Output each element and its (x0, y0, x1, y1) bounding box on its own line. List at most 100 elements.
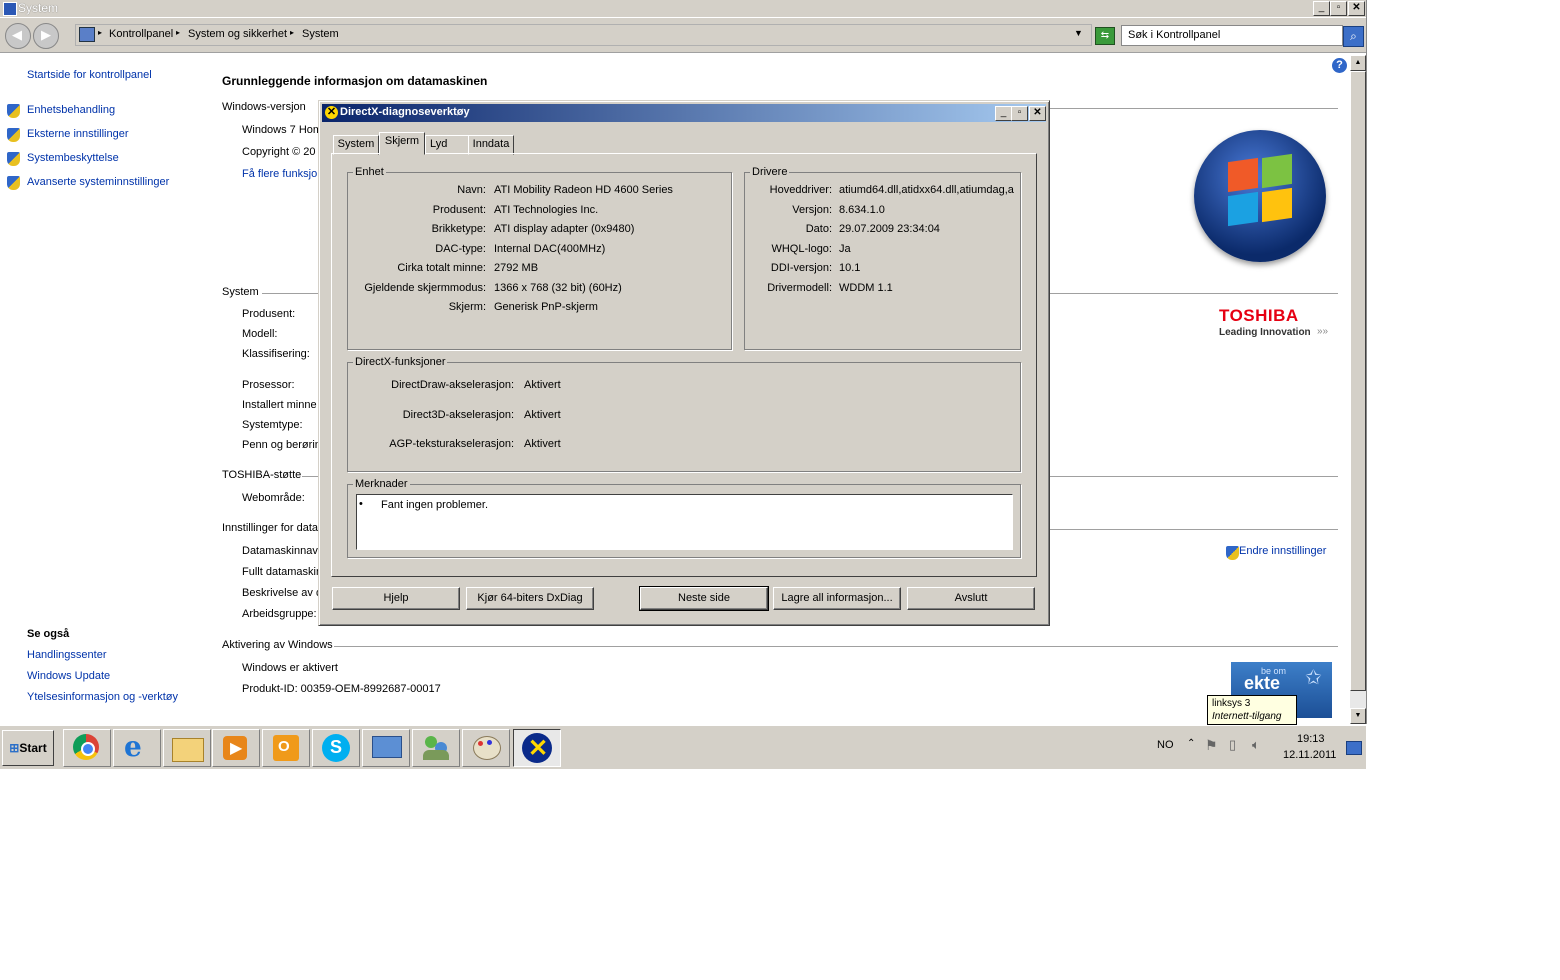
paint-icon[interactable] (462, 729, 510, 767)
outlook-icon[interactable]: O (262, 729, 310, 767)
notes-textbox[interactable]: • Fant ingen problemer. (356, 494, 1013, 550)
volume-icon[interactable]: 🔈︎ (1252, 737, 1260, 753)
section-computer-settings: Innstillinger for data (222, 522, 318, 534)
dialog-minimize-button[interactable]: _ (995, 106, 1012, 121)
nav-handlingssenter[interactable]: Handlingssenter (27, 649, 107, 661)
clock-date[interactable]: 12.11.2011 (1283, 749, 1336, 761)
language-indicator[interactable]: NO (1157, 739, 1174, 751)
more-features-link[interactable]: Få flere funksjo (242, 168, 317, 180)
start-button[interactable]: ⊞Start (2, 730, 54, 766)
breadcrumb-separator-icon[interactable]: ▸ (290, 28, 294, 37)
next-page-button[interactable]: Neste side (639, 586, 769, 611)
tab-skjerm[interactable]: Skjerm (379, 132, 425, 155)
device-group (347, 172, 732, 350)
system-label-model: Modell: (242, 328, 278, 340)
close-button[interactable]: ✕ (1348, 1, 1365, 16)
change-settings-link[interactable]: Endre innstillinger (1239, 545, 1326, 557)
dialog-title-bar[interactable]: ✕ DirectX-diagnoseverktøy _ ▫ ✕ (322, 104, 1046, 122)
dialog-close-button[interactable]: ✕ (1029, 106, 1046, 121)
nav-control-panel-home[interactable]: Startside for kontrollpanel (27, 69, 152, 81)
nav-avanserte-systeminnstillinger[interactable]: Avanserte systeminnstillinger (27, 176, 169, 188)
scroll-thumb[interactable] (1350, 71, 1366, 691)
tooltip-network-status: Internett-tilgang (1212, 711, 1282, 722)
directx-icon: ✕ (325, 106, 338, 119)
star-icon: ✩ (1305, 667, 1322, 689)
maximize-button[interactable]: ▫ (1330, 1, 1347, 16)
genuine-big-text: ekte (1244, 673, 1281, 693)
flag-green (1262, 153, 1292, 189)
copyright-text: Copyright © 20 (242, 146, 316, 158)
network-tooltip: linksys 3 Internett-tilgang (1207, 695, 1297, 725)
device-value-total-memory: 2792 MB (494, 262, 539, 274)
back-button[interactable]: ◀ (5, 23, 31, 49)
settings-label-workgroup: Arbeidsgruppe: (242, 608, 317, 620)
scroll-up-button[interactable]: ▲ (1350, 55, 1366, 71)
directx-diag-taskbar-icon[interactable]: ✕ (513, 729, 561, 767)
tab-system[interactable]: System (333, 135, 379, 155)
chevron-down-icon[interactable]: ▸ (98, 28, 102, 37)
breadcrumb-kontrollpanel[interactable]: Kontrollpanel (109, 28, 173, 40)
section-toshiba-support: TOSHIBA-støtte (222, 469, 302, 481)
device-value-display-mode: 1366 x 768 (32 bit) (60Hz) (494, 282, 622, 294)
tab-lyd[interactable]: Lyd (425, 135, 469, 155)
toshiba-slogan: Leading Innovation (1219, 327, 1311, 338)
dialog-maximize-button[interactable]: ▫ (1011, 106, 1028, 121)
search-placeholder: Søk i Kontrollpanel (1128, 29, 1221, 41)
feature-value-directdraw: Aktivert (524, 379, 561, 391)
nav-systembeskyttelse[interactable]: Systembeskyttelse (27, 152, 119, 164)
section-divider (262, 293, 318, 294)
power-icon[interactable]: ▯ (1229, 737, 1236, 753)
title-bar[interactable]: System _ ▫ ✕ (0, 0, 1366, 17)
section-divider (1048, 476, 1338, 477)
run-64bit-dxdiag-button[interactable]: Kjør 64-biters DxDiag (466, 587, 594, 610)
minimize-button[interactable]: _ (1313, 1, 1330, 16)
driver-value-version: 8.634.1.0 (839, 204, 885, 216)
clock-time[interactable]: 19:13 (1297, 733, 1325, 745)
windows-logo-icon (1194, 130, 1326, 262)
nav-enhetsbehandling[interactable]: Enhetsbehandling (27, 104, 115, 116)
tab-inndata[interactable]: Inndata (468, 135, 514, 155)
file-explorer-icon[interactable] (163, 729, 211, 767)
system-label-pen-touch: Penn og berørin (242, 439, 321, 451)
address-bar[interactable]: ▸ Kontrollpanel ▸ System og sikkerhet ▸ … (75, 24, 1092, 46)
help-button[interactable]: Hjelp (332, 587, 460, 610)
device-label-chip-type: Brikketype: (431, 223, 486, 235)
driver-label-ddi: DDI-versjon: (770, 262, 832, 274)
search-icon[interactable]: ⌕ (1343, 26, 1364, 47)
show-desktop-button[interactable] (1346, 741, 1362, 755)
nav-eksterne-innstillinger[interactable]: Eksterne innstillinger (27, 128, 129, 140)
media-player-icon[interactable]: ▶ (212, 729, 260, 767)
search-input[interactable]: Søk i Kontrollpanel (1121, 25, 1343, 46)
refresh-button[interactable]: ⇆ (1095, 27, 1115, 45)
notes-group-title: Merknader (353, 478, 410, 490)
breadcrumb-system-og-sikkerhet[interactable]: System og sikkerhet (188, 28, 287, 40)
nav-ytelsesinformasjon[interactable]: Ytelsesinformasjon og -verktøy (27, 691, 178, 703)
exit-button[interactable]: Avslutt (907, 587, 1035, 610)
skype-icon[interactable]: S (312, 729, 360, 767)
nav-windows-update[interactable]: Windows Update (27, 670, 110, 682)
forward-button[interactable]: ▶ (33, 23, 59, 49)
chrome-icon[interactable] (63, 729, 111, 767)
device-label-manufacturer: Produsent: (432, 204, 486, 216)
system-label-manufacturer: Produsent: (242, 308, 296, 320)
device-label-monitor: Skjerm: (448, 301, 486, 313)
internet-explorer-icon[interactable]: e (113, 729, 161, 767)
help-icon[interactable]: ? (1332, 58, 1347, 73)
taskbar: ⊞Start e ▶ O S ✕ NO ⌃ ⚑ ▯ 🔈︎ 19:13 12.11… (0, 725, 1366, 769)
vertical-scrollbar[interactable]: ▲ ▼ (1350, 55, 1366, 724)
action-center-flag-icon[interactable]: ⚑ (1205, 737, 1218, 754)
tab-panel-display: Enhet Navn: ATI Mobility Radeon HD 4600 … (331, 153, 1037, 577)
chevrons-icon: »» (1317, 326, 1329, 337)
scroll-down-button[interactable]: ▼ (1350, 708, 1366, 724)
device-value-chip-type: ATI display adapter (0x9480) (494, 223, 635, 235)
show-hidden-icons[interactable]: ⌃ (1187, 738, 1195, 749)
section-divider (1048, 529, 1338, 530)
remote-desktop-icon[interactable] (362, 729, 410, 767)
breadcrumb-system[interactable]: System (302, 28, 339, 40)
save-all-info-button[interactable]: Lagre all informasjon... (773, 587, 901, 610)
system-label-memory: Installert minne (242, 399, 317, 411)
shield-icon (7, 152, 20, 166)
breadcrumb-separator-icon[interactable]: ▸ (176, 28, 180, 37)
address-dropdown-icon[interactable]: ▼ (1074, 28, 1083, 38)
network-users-icon[interactable] (412, 729, 460, 767)
